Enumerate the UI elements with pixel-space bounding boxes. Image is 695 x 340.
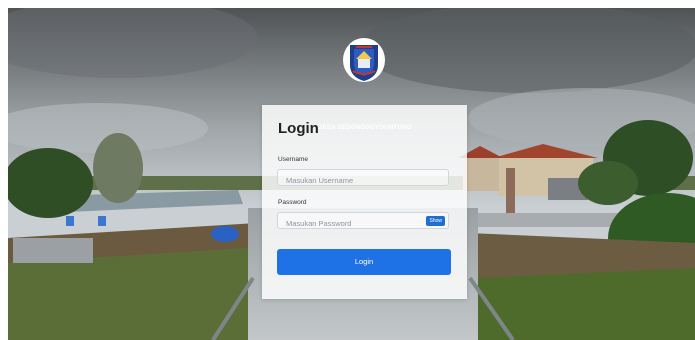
password-field-box: Show xyxy=(277,212,449,231)
username-field-box xyxy=(277,169,449,188)
password-label: Password xyxy=(278,199,307,206)
show-password-button[interactable]: Show xyxy=(426,216,445,226)
password-input[interactable] xyxy=(278,216,448,231)
login-card: Login DESA SEDONGDOYOUNTUNG Username Pas… xyxy=(262,105,467,299)
login-button[interactable]: Login xyxy=(277,249,451,275)
username-input[interactable] xyxy=(278,173,448,188)
village-emblem-icon xyxy=(342,37,386,83)
username-label: Username xyxy=(278,156,308,163)
village-name-watermark: DESA SEDONGDOYOUNTUNG xyxy=(318,125,412,131)
login-title: Login xyxy=(278,120,319,137)
login-page: Login DESA SEDONGDOYOUNTUNG Username Pas… xyxy=(8,8,695,340)
